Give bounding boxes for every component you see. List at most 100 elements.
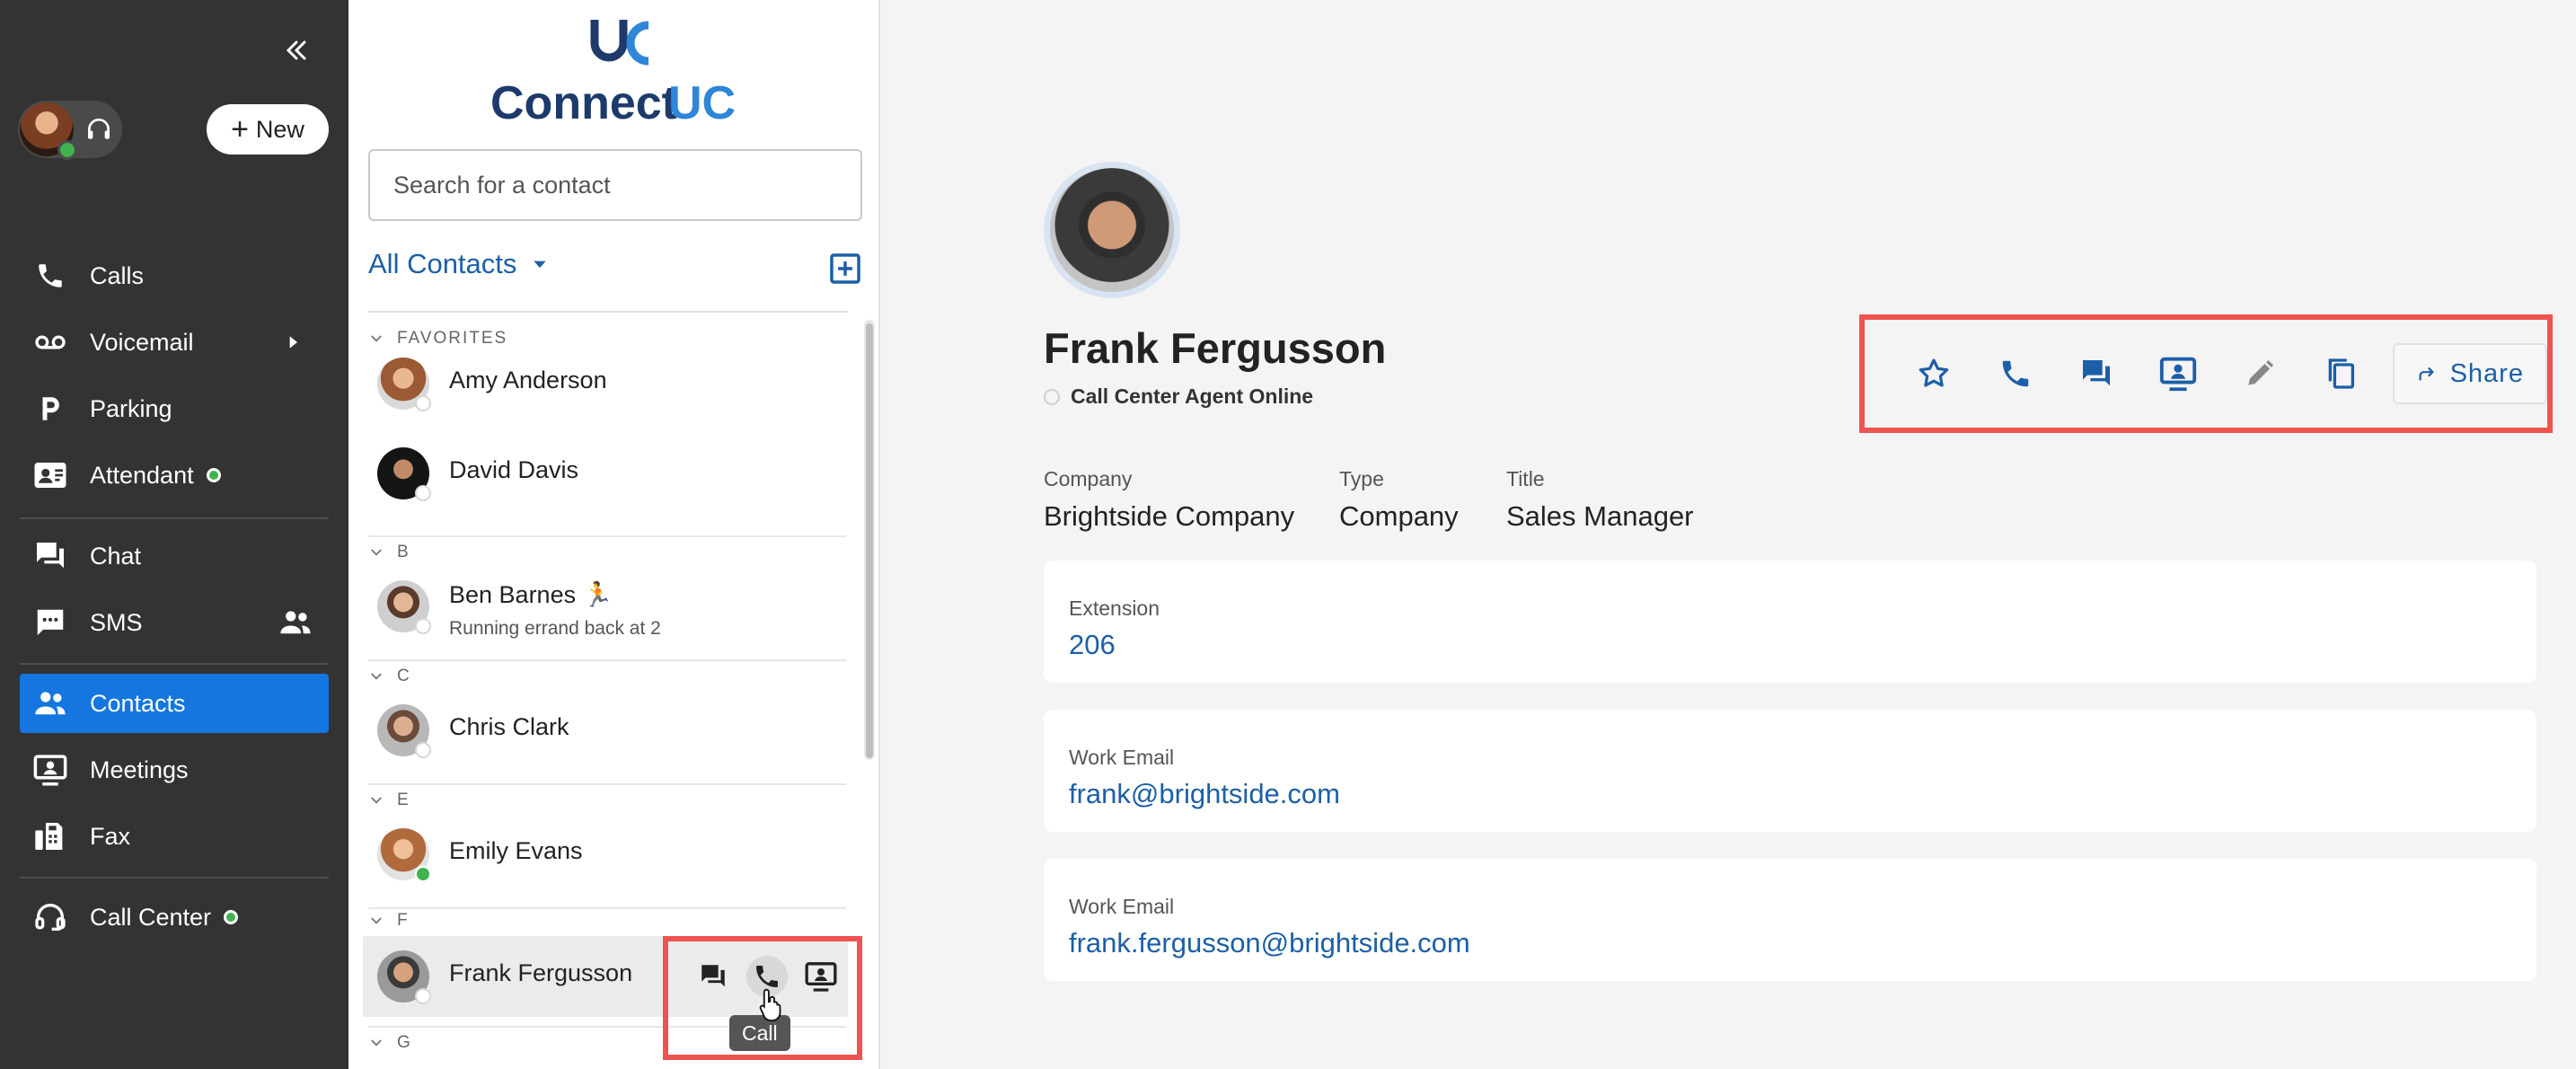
user-online-indicator	[57, 140, 77, 160]
field-value: Company	[1339, 500, 1459, 532]
nav-item-sms[interactable]: SMS	[20, 593, 329, 652]
attendant-status-dot	[206, 468, 221, 482]
chevron-down-icon	[371, 797, 382, 804]
voicemail-icon	[31, 322, 70, 362]
chevron-down-icon	[371, 917, 382, 924]
video-meeting-icon[interactable]	[800, 956, 842, 997]
new-button[interactable]: + New	[207, 104, 329, 155]
contact-row-emily-evans[interactable]: Emily Evans	[363, 814, 848, 895]
contact-detail-pane: Frank Fergusson Call Center Agent Online…	[880, 0, 2576, 1069]
call-center-status-dot	[224, 910, 239, 924]
list-divider	[368, 311, 848, 313]
collapse-sidebar-icon[interactable]	[280, 34, 313, 66]
hand-cursor-icon	[756, 986, 787, 1022]
contact-full-name: Frank Fergusson	[1044, 324, 1387, 372]
attendant-icon	[31, 455, 70, 495]
section-label: C	[397, 667, 411, 685]
star-favorite-icon[interactable]	[1893, 341, 1975, 406]
email-link[interactable]: frank@brightside.com	[1069, 778, 1340, 810]
contact-name: David Davis	[449, 456, 579, 483]
contact-row-amy-anderson[interactable]: Amy Anderson	[363, 343, 848, 424]
video-meeting-icon[interactable]	[2138, 341, 2219, 406]
chat-icon[interactable]	[693, 956, 734, 997]
filter-label: All Contacts	[368, 248, 517, 279]
nav-item-meetings[interactable]: Meetings	[20, 740, 329, 800]
contact-row-chris-clark[interactable]: Chris Clark	[363, 690, 848, 771]
add-contact-icon[interactable]	[828, 252, 862, 286]
meetings-icon	[31, 750, 70, 790]
chat-icon	[31, 536, 70, 576]
nav-item-voicemail[interactable]: Voicemail	[20, 313, 329, 372]
presence-indicator	[415, 618, 431, 634]
chevron-down-icon	[371, 549, 382, 556]
contact-row-david-davis[interactable]: David Davis	[363, 433, 848, 514]
copy-icon[interactable]	[2300, 341, 2382, 406]
svg-text:Connect: Connect	[490, 77, 677, 128]
section-divider	[368, 535, 846, 537]
nav-label: Chat	[90, 542, 142, 570]
expand-arrow-icon[interactable]	[284, 333, 302, 351]
nav-item-attendant[interactable]: Attendant	[20, 446, 329, 505]
email-link[interactable]: frank.fergusson@brightside.com	[1069, 927, 1470, 959]
presence-indicator	[415, 742, 431, 758]
chat-icon[interactable]	[2056, 341, 2138, 406]
headset-icon	[31, 897, 70, 937]
group-sms-icon[interactable]	[277, 604, 314, 641]
nav-item-calls[interactable]: Calls	[20, 246, 329, 305]
nav-label: Calls	[90, 261, 145, 289]
nav-item-contacts[interactable]: Contacts	[20, 674, 329, 733]
contact-avatar-large	[1044, 162, 1180, 298]
contact-row-ben-barnes[interactable]: Ben Barnes 🏃 Running errand back at 2	[363, 566, 848, 647]
nav-item-fax[interactable]: Fax	[20, 807, 329, 866]
nav-label: Call Center	[90, 903, 212, 931]
section-header-e[interactable]: E	[368, 787, 846, 814]
section-label: F	[397, 911, 410, 930]
contact-list-pane: Connect UC All Contacts FAVORITES Amy An…	[348, 0, 880, 1069]
contact-name: Amy Anderson	[449, 367, 607, 393]
presence-indicator	[415, 988, 431, 1004]
connectuc-logo: Connect UC	[489, 16, 749, 128]
nav-item-chat[interactable]: Chat	[20, 526, 329, 586]
nav-label: Contacts	[90, 689, 186, 717]
section-header-c[interactable]: C	[368, 663, 846, 690]
headset-icon[interactable]	[84, 115, 113, 144]
extension-link[interactable]: 206	[1069, 629, 1116, 661]
contact-action-bar: Share	[1865, 323, 2547, 424]
field-label: Work Email	[1069, 895, 1175, 918]
contact-name: Frank Fergusson	[449, 959, 633, 986]
chevron-down-icon	[371, 673, 382, 680]
share-button[interactable]: Share	[2392, 343, 2547, 404]
edit-pencil-icon[interactable]	[2219, 341, 2300, 406]
contacts-filter-dropdown[interactable]: All Contacts	[368, 248, 549, 280]
phone-icon[interactable]	[1975, 341, 2057, 406]
contact-status-message: Running errand back at 2	[449, 618, 661, 639]
svg-text:UC: UC	[668, 77, 736, 128]
parking-icon	[31, 389, 70, 428]
share-label: Share	[2449, 358, 2524, 388]
section-divider	[368, 783, 846, 785]
nav-label: SMS	[90, 608, 143, 636]
new-button-label: New	[255, 115, 304, 143]
phone-icon	[31, 256, 70, 296]
caret-down-icon	[531, 255, 549, 273]
nav-divider	[20, 517, 329, 519]
search-contact-input[interactable]	[368, 149, 862, 221]
presence-indicator	[415, 395, 431, 411]
user-status-pill[interactable]	[18, 101, 122, 160]
field-label: Company	[1044, 467, 1133, 490]
nav-label: Parking	[90, 394, 172, 422]
title-field: Title Sales Manager	[1506, 467, 1694, 533]
plus-icon: +	[231, 112, 249, 146]
field-label: Type	[1339, 467, 1384, 490]
extension-card: Extension 206	[1044, 561, 2536, 683]
section-header-f[interactable]: F	[368, 907, 846, 934]
section-label: G	[397, 1033, 412, 1052]
section-header-b[interactable]: B	[368, 539, 846, 566]
list-scrollbar-thumb[interactable]	[866, 323, 873, 758]
nav-item-parking[interactable]: Parking	[20, 379, 329, 438]
presence-text: Call Center Agent Online	[1071, 384, 1314, 408]
nav-item-call-center[interactable]: Call Center	[20, 888, 329, 947]
contact-name: Chris Clark	[449, 713, 569, 740]
nav-label: Attendant	[90, 461, 194, 489]
section-divider	[368, 659, 846, 661]
